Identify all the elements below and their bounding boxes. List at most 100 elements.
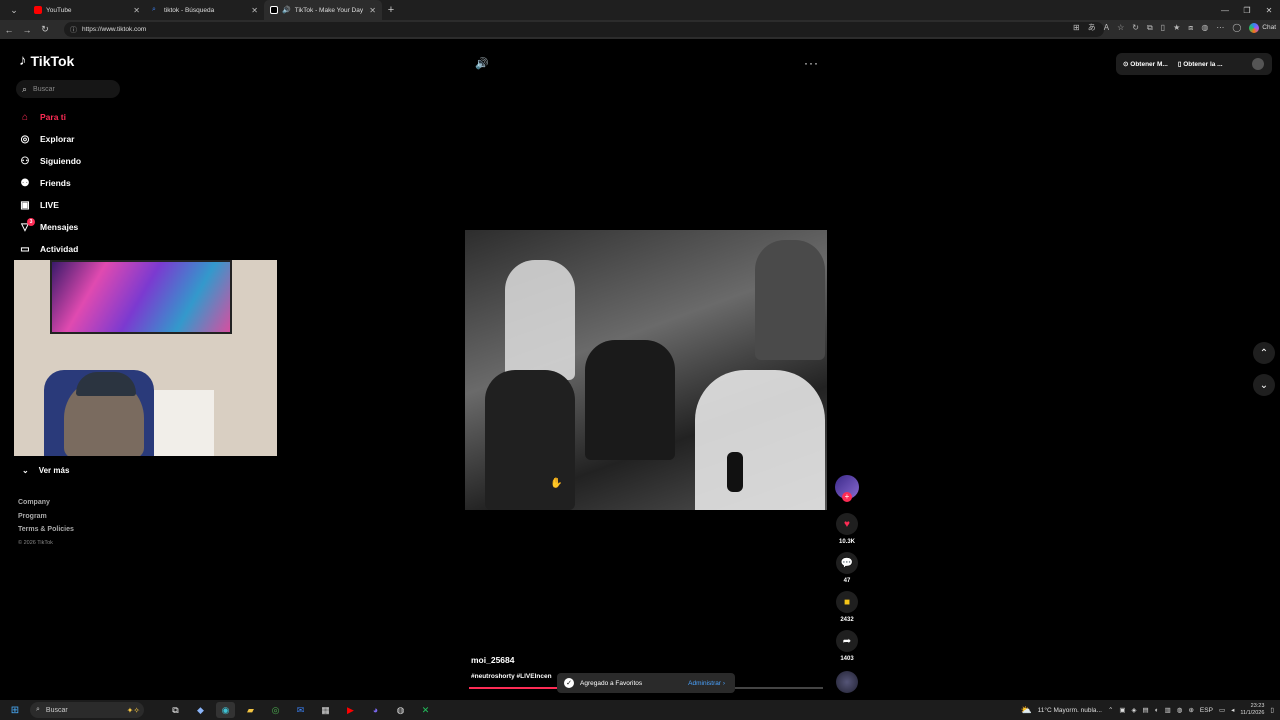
webcam-tv bbox=[50, 260, 232, 334]
extensions-icon[interactable]: ⧉ bbox=[1147, 23, 1153, 33]
restore-icon[interactable]: ❐ bbox=[1236, 0, 1258, 20]
lang-indicator[interactable]: ESP bbox=[1200, 707, 1213, 714]
tab-search[interactable]: ⌕ tiktok - Búsqueda ✕ bbox=[146, 0, 264, 20]
url-field[interactable]: ⓘ https://www.tiktok.com bbox=[64, 22, 1104, 37]
windows-start-icon[interactable]: ⊞ bbox=[0, 705, 30, 716]
copilot-button[interactable]: Chat bbox=[1249, 22, 1276, 33]
clock[interactable]: 23:23 11/1/2026 bbox=[1240, 703, 1264, 717]
forward-icon[interactable]: → bbox=[18, 25, 36, 35]
sidebar-item-mensajes[interactable]: ▽ 3 Mensajes bbox=[18, 216, 81, 238]
close-tab-icon[interactable]: ✕ bbox=[251, 6, 258, 15]
apps-icon[interactable]: ⊞ bbox=[1073, 23, 1080, 32]
profile-icon[interactable]: ◯ bbox=[1232, 23, 1241, 32]
tray-app-icon[interactable]: ▥ bbox=[1165, 706, 1171, 714]
weather-text[interactable]: 11°C Mayorm. nubla... bbox=[1038, 707, 1102, 714]
video-figure bbox=[755, 240, 825, 360]
tray-app-icon[interactable]: ◐ bbox=[1155, 707, 1159, 714]
notification-icon[interactable]: ▯ bbox=[1270, 706, 1274, 714]
volume-tray-icon[interactable]: ◂ bbox=[1231, 706, 1234, 714]
video-username[interactable]: moi_25684 bbox=[471, 655, 514, 665]
chrome-icon[interactable]: ◎ bbox=[266, 702, 285, 718]
follow-plus-icon[interactable]: + bbox=[842, 492, 852, 502]
store-icon[interactable]: ▦ bbox=[316, 702, 335, 718]
messages-badge: 3 bbox=[27, 218, 35, 226]
minimize-icon[interactable]: — bbox=[1214, 0, 1236, 20]
share-button[interactable]: ➦ bbox=[836, 630, 858, 652]
tiktok-logo[interactable]: ♪ TikTok bbox=[19, 52, 74, 69]
ver-mas-button[interactable]: ⌄ Ver más bbox=[22, 466, 69, 475]
get-app-button[interactable]: ▯ Obtener la ... bbox=[1178, 60, 1223, 68]
get-coins-button[interactable]: ⊙ Obtener M... bbox=[1123, 60, 1168, 68]
file-explorer-icon[interactable]: ▰ bbox=[241, 702, 260, 718]
browser-essentials-icon[interactable]: ◍ bbox=[1201, 23, 1208, 32]
sidebar-item-friends[interactable]: ⚉ Friends bbox=[18, 172, 81, 194]
favorites-icon[interactable]: ★ bbox=[1173, 23, 1180, 32]
edge-icon[interactable]: ◉ bbox=[216, 702, 235, 718]
tray-app-icon[interactable]: ◍ bbox=[1177, 706, 1183, 714]
footer-program-link[interactable]: Program bbox=[18, 513, 74, 527]
footer-copyright: © 2026 TikTok bbox=[18, 539, 53, 546]
sidebar-item-label: Actividad bbox=[40, 244, 79, 254]
close-tab-icon[interactable]: ✕ bbox=[133, 6, 140, 15]
user-avatar[interactable] bbox=[1252, 58, 1264, 70]
back-icon[interactable]: ← bbox=[0, 25, 18, 35]
search-input[interactable]: ⌕ Buscar bbox=[16, 80, 120, 98]
obs-icon[interactable]: ◍ bbox=[391, 702, 410, 718]
discord-icon[interactable]: ◕ bbox=[366, 702, 385, 718]
next-video-button[interactable]: ⌄ bbox=[1253, 374, 1275, 396]
task-view-icon[interactable]: ⧉ bbox=[166, 702, 185, 718]
tray-app-icon[interactable]: ▣ bbox=[1119, 706, 1125, 714]
live-icon: ▣ bbox=[20, 199, 30, 211]
close-window-icon[interactable]: ✕ bbox=[1258, 0, 1280, 20]
split-screen-icon[interactable]: ▯ bbox=[1161, 23, 1165, 32]
tray-app-icon[interactable]: ▤ bbox=[1143, 706, 1149, 714]
site-info-icon[interactable]: ⓘ bbox=[70, 25, 77, 35]
search-placeholder: Buscar bbox=[33, 85, 55, 93]
previous-video-button[interactable]: ⌃ bbox=[1253, 342, 1275, 364]
chevron-down-icon: ⌄ bbox=[22, 466, 29, 475]
network-icon[interactable]: ▭ bbox=[1219, 706, 1225, 714]
chevron-down-icon: ⌄ bbox=[1259, 379, 1269, 391]
tab-tiktok[interactable]: 🔊 TikTok - Make Your Day ✕ bbox=[264, 0, 382, 20]
copilot-app-icon[interactable]: ◆ bbox=[191, 702, 210, 718]
footer-terms-link[interactable]: Terms & Policies bbox=[18, 526, 74, 540]
reload-icon[interactable]: ↻ bbox=[36, 24, 54, 35]
xbox-icon[interactable]: ✕ bbox=[416, 702, 435, 718]
sidebar-item-para-ti[interactable]: ⌂ Para ti bbox=[18, 106, 81, 128]
more-options-icon[interactable]: ··· bbox=[804, 56, 819, 70]
comment-button[interactable]: 💬 bbox=[836, 552, 858, 574]
like-button[interactable]: ♥ bbox=[836, 513, 858, 535]
tray-app-icon[interactable]: ◈ bbox=[1132, 706, 1137, 714]
taskbar-search[interactable]: ⌕ Buscar ✦✧ bbox=[30, 702, 144, 718]
toast-manage-link[interactable]: Administrar › bbox=[688, 680, 725, 687]
tab-actions-chevron-icon[interactable]: ⌄ bbox=[0, 0, 28, 20]
video-caption[interactable]: #neutroshorty #LIVEIncen bbox=[471, 673, 557, 680]
sidebar-item-live[interactable]: ▣ LIVE bbox=[18, 194, 81, 216]
footer-company-link[interactable]: Company bbox=[18, 499, 74, 513]
creator-avatar[interactable]: + bbox=[835, 475, 859, 502]
video-player[interactable] bbox=[465, 230, 827, 510]
collections-icon[interactable]: ⧈ bbox=[1188, 23, 1193, 33]
youtube-app-icon[interactable]: ▶ bbox=[341, 702, 360, 718]
browser-toolbar: ⊞ あ A ☆ ↻ ⧉ ▯ ★ ⧈ ◍ ⋯ ◯ Chat bbox=[1073, 22, 1276, 33]
sidebar-item-siguiendo[interactable]: ⚇ Siguiendo bbox=[18, 150, 82, 172]
favorite-star-icon[interactable]: ☆ bbox=[1117, 23, 1124, 32]
volume-icon[interactable]: 🔊 bbox=[475, 57, 489, 70]
sidebar-item-actividad[interactable]: ▭ Actividad bbox=[18, 238, 81, 260]
tab-youtube[interactable]: YouTube ✕ bbox=[28, 0, 146, 20]
read-aloud-icon[interactable]: A bbox=[1104, 23, 1109, 32]
mail-icon[interactable]: ✉ bbox=[291, 702, 310, 718]
sparkle-icon: ✦✧ bbox=[126, 705, 140, 715]
refresh-extension-icon[interactable]: ↻ bbox=[1132, 23, 1139, 32]
sidebar-item-explorar[interactable]: ◎ Explorar bbox=[18, 128, 81, 150]
music-disc-icon[interactable] bbox=[836, 671, 858, 693]
tray-app-icon[interactable]: ⊕ bbox=[1188, 706, 1193, 714]
windows-taskbar: ⊞ ⌕ Buscar ✦✧ ⧉ ◆ ◉ ▰ ◎ ✉ ▦ ▶ ◕ ◍ ✕ ⛅ 11… bbox=[0, 700, 1280, 720]
speaker-icon[interactable]: 🔊 bbox=[282, 6, 291, 14]
settings-more-icon[interactable]: ⋯ bbox=[1216, 23, 1224, 32]
translate-icon[interactable]: あ bbox=[1088, 22, 1096, 33]
close-tab-icon[interactable]: ✕ bbox=[369, 6, 376, 15]
new-tab-icon[interactable]: + bbox=[382, 4, 400, 16]
tray-chevron-up-icon[interactable]: ⌃ bbox=[1108, 706, 1113, 714]
save-button[interactable]: ■ bbox=[836, 591, 858, 613]
